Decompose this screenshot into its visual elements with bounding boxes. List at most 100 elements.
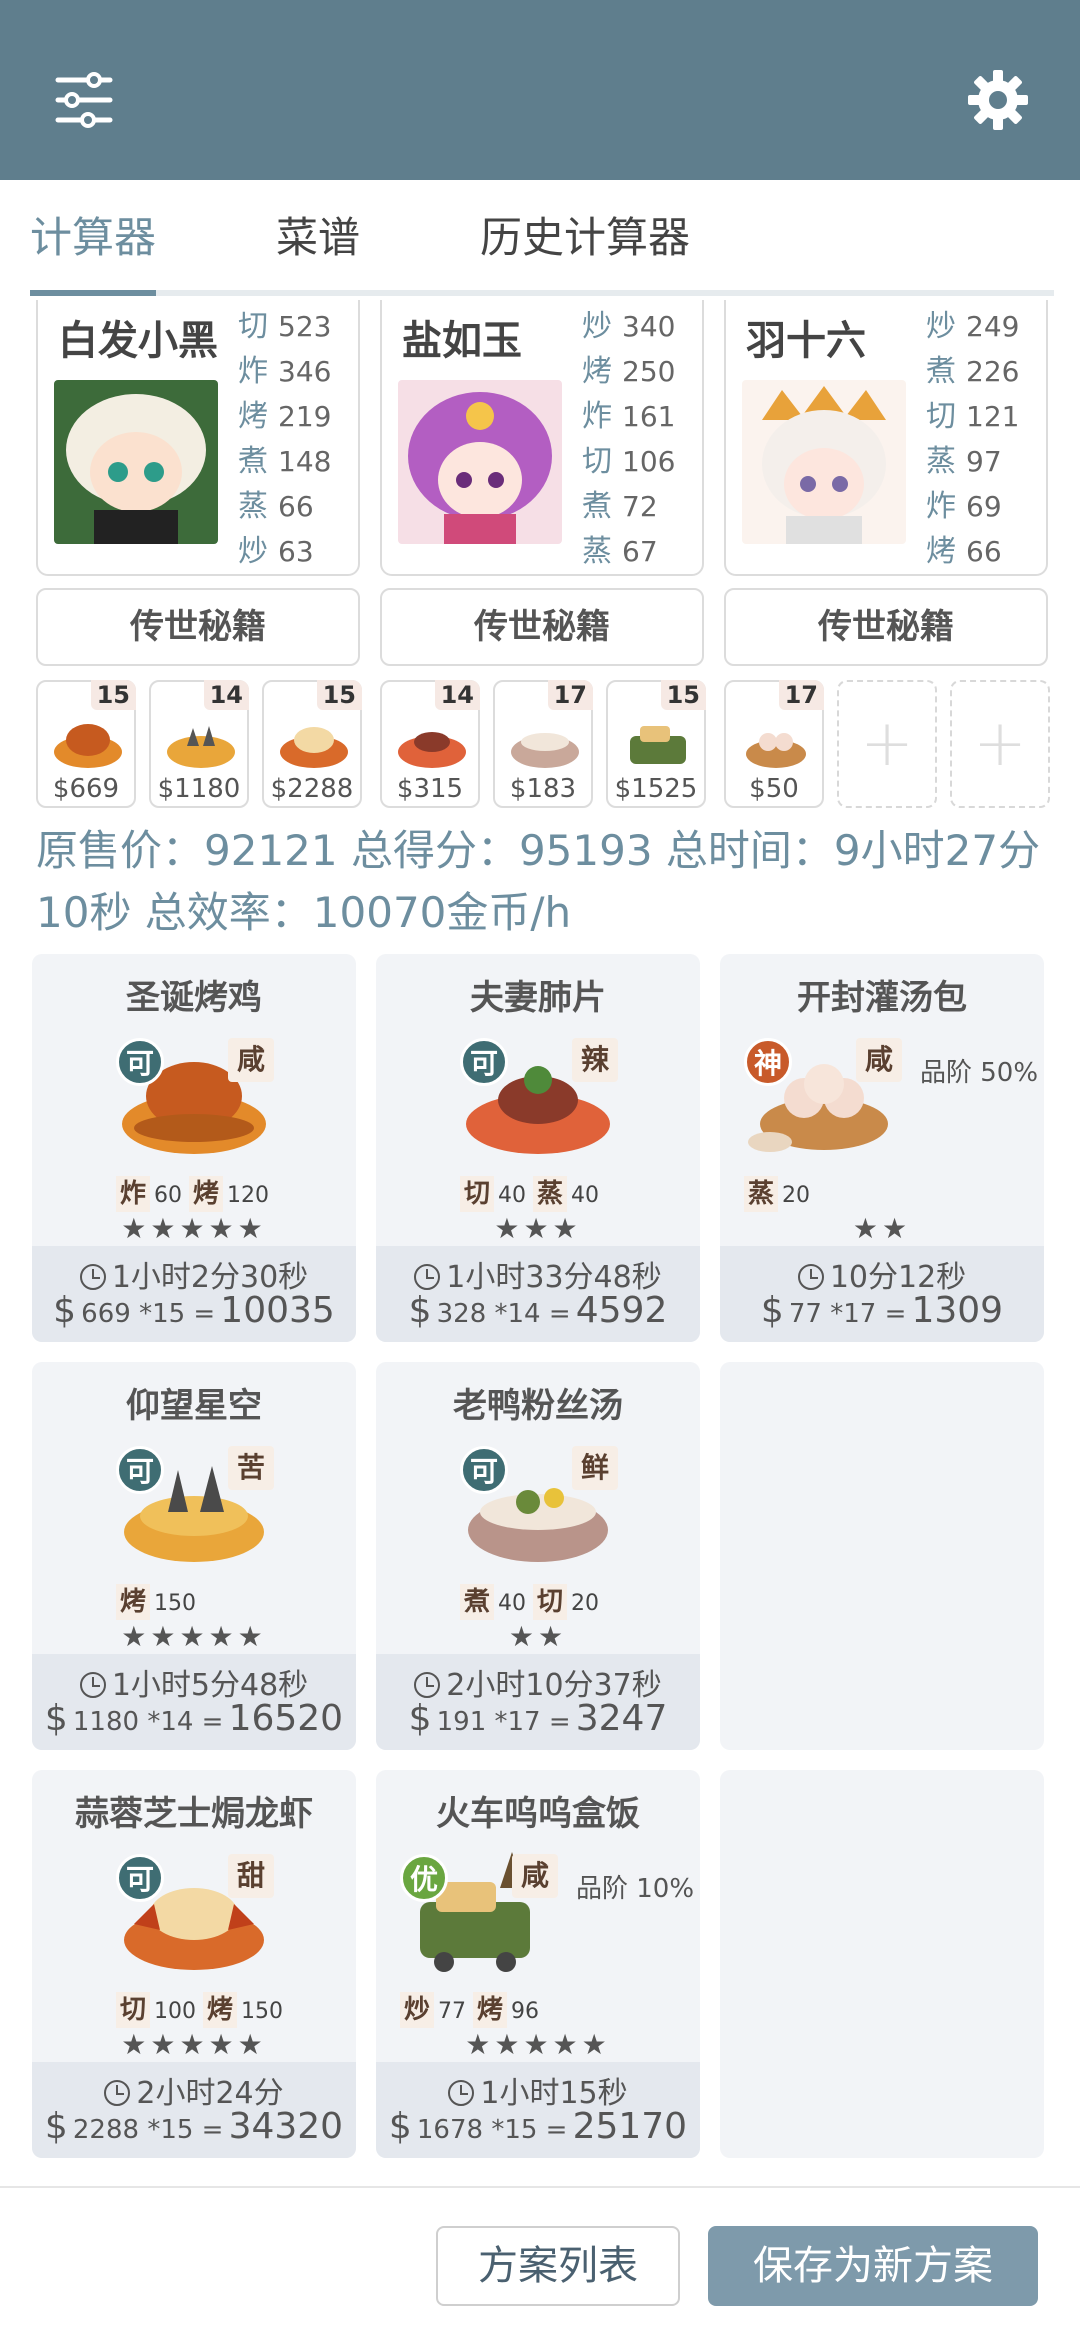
rarity-badge: 优 — [400, 1854, 448, 1902]
flavor-tag: 咸 — [228, 1038, 274, 1082]
skill-label: 炸 — [116, 1176, 151, 1212]
price-calc: $ 1678 *15 = 25170 — [376, 2106, 700, 2147]
dish-count: 15 — [316, 680, 362, 710]
skill-value: 523 — [278, 310, 332, 343]
empty-recipe-slot-2[interactable] — [720, 1770, 1044, 2158]
skill-label: 煮 — [582, 489, 612, 524]
add-dish-slot-1[interactable]: + — [837, 680, 937, 808]
clock-icon — [414, 1672, 441, 1698]
dollar-sign: $ — [408, 1698, 432, 1739]
plan-list-button[interactable]: 方案列表 — [436, 2226, 680, 2306]
recipe-card-6[interactable]: 蒜蓉芝士焗龙虾 可 甜 切 100 烤 150 ★★★★★ 2小时24分 $ 228… — [32, 1770, 356, 2158]
price-formula: 1180 *14 = — [72, 1707, 224, 1737]
skill-label: 煮 — [460, 1584, 495, 1620]
chef-3-secret-button[interactable]: 传世秘籍 — [724, 588, 1048, 666]
dish-thumb-3[interactable]: 15 $2288 — [262, 680, 362, 808]
skill-label: 蒸 — [238, 489, 268, 524]
star-rating: ★★★★★ — [465, 2028, 611, 2061]
price-total: 4592 — [575, 1290, 668, 1331]
recipe-title: 老鸭粉丝汤 — [453, 1386, 623, 1426]
dish-price: $50 — [749, 774, 799, 804]
flavor-tag: 甜 — [228, 1854, 274, 1898]
rarity-badge: 可 — [460, 1446, 508, 1494]
skill-label: 切 — [116, 1992, 151, 2028]
rarity-badge: 可 — [116, 1446, 164, 1494]
rarity-badge: 可 — [460, 1038, 508, 1086]
clock-icon — [104, 2080, 131, 2106]
app-header — [0, 0, 1080, 180]
star-rating: ★★★★★ — [121, 2028, 267, 2061]
skill-label: 蒸 — [926, 444, 956, 479]
skill-value: 20 — [571, 1591, 600, 1616]
star-rating: ★★ — [508, 1620, 568, 1653]
skill-value: 40 — [498, 1183, 527, 1208]
skill-value: 161 — [622, 400, 676, 433]
recipe-footer: 2小时24分 $ 2288 *15 = 34320 — [32, 2062, 356, 2158]
price-calc: $ 2288 *15 = 34320 — [32, 2106, 356, 2147]
empty-recipe-slot-1[interactable] — [720, 1362, 1044, 1750]
settings-gear-icon[interactable] — [966, 68, 1030, 132]
skill-label: 蒸 — [533, 1176, 568, 1212]
skill-label: 烤 — [116, 1584, 151, 1620]
skill-label: 炒 — [582, 309, 612, 344]
skill-requirements: 煮 40 切 20 — [460, 1584, 599, 1620]
skill-value: 120 — [227, 1183, 270, 1208]
star-rating: ★★ — [852, 1212, 912, 1245]
bottom-action-bar: 方案列表 保存为新方案 — [0, 2186, 1080, 2340]
skill-value: 72 — [622, 490, 658, 523]
chef-1-secret-button[interactable]: 传世秘籍 — [36, 588, 360, 666]
dish-price: $669 — [52, 774, 120, 804]
save-new-plan-button[interactable]: 保存为新方案 — [708, 2226, 1038, 2306]
chef-card-1[interactable]: 白发小黑 切 523 炸 346 烤 219 煮 148 蒸 66 炒 63 — [36, 300, 360, 576]
dish-thumb-6[interactable]: 15 $1525 — [606, 680, 706, 808]
skill-value: 69 — [966, 490, 1002, 523]
dollar-sign: $ — [44, 2106, 68, 2147]
dish-thumb-4[interactable]: 14 $315 — [380, 680, 480, 808]
recipe-card-7[interactable]: 火车呜呜盒饭 优 咸 品阶 10% 炒 77 烤 96 ★★★★★ 1小时15秒 $… — [376, 1770, 700, 2158]
price-formula: 1678 *15 = — [416, 2115, 568, 2145]
skill-requirements: 切 40 蒸 40 — [460, 1176, 599, 1212]
dollar-sign: $ — [760, 1290, 784, 1331]
price-total: 3247 — [575, 1698, 668, 1739]
dish-thumb-7[interactable]: 17 $50 — [724, 680, 824, 808]
grade-percent: 品阶 50% — [920, 1058, 1039, 1088]
filter-sliders-icon[interactable] — [52, 70, 116, 130]
dish-thumb-2[interactable]: 14 $1180 — [149, 680, 249, 808]
tab-history-calculator[interactable]: 历史计算器 — [480, 208, 690, 268]
skill-value: 226 — [966, 355, 1020, 388]
chef-2-secret-button[interactable]: 传世秘籍 — [380, 588, 704, 666]
price-total: 34320 — [228, 2106, 344, 2147]
tab-calculator[interactable]: 计算器 — [30, 208, 156, 268]
dish-thumb-1[interactable]: 15 $669 — [36, 680, 136, 808]
price-formula: 669 *15 = — [81, 1299, 216, 1329]
price-total: 16520 — [228, 1698, 344, 1739]
tab-recipes[interactable]: 菜谱 — [276, 208, 360, 268]
recipe-card-5[interactable]: 老鸭粉丝汤 可 鲜 煮 40 切 20 ★★ 2小时10分37秒 $ 191 *17… — [376, 1362, 700, 1750]
chef-skill-stats: 炒 340 烤 250 炸 161 切 106 煮 72 蒸 67 — [582, 304, 702, 574]
add-dish-slot-2[interactable]: + — [950, 680, 1050, 808]
recipe-card-2[interactable]: 夫妻肺片 可 辣 切 40 蒸 40 ★★★ 1小时33分48秒 $ 328 *14… — [376, 954, 700, 1342]
skill-requirements: 炒 77 烤 96 — [400, 1992, 539, 2028]
recipe-card-3[interactable]: 开封灌汤包 神 咸 品阶 50% 蒸 20 ★★ 10分12秒 $ 77 *17 … — [720, 954, 1044, 1342]
recipe-footer: 10分12秒 $ 77 *17 = 1309 — [720, 1246, 1044, 1342]
price-formula: 191 *17 = — [436, 1707, 571, 1737]
price-calc: $ 669 *15 = 10035 — [32, 1290, 356, 1331]
skill-value: 106 — [622, 445, 676, 478]
grade-percent: 品阶 10% — [576, 1874, 695, 1904]
dollar-sign: $ — [44, 1698, 68, 1739]
chef-card-3[interactable]: 羽十六 炒 249 煮 226 切 121 蒸 97 炸 69 烤 66 — [724, 300, 1048, 576]
chef-card-2[interactable]: 盐如玉 炒 340 烤 250 炸 161 切 106 煮 72 蒸 67 — [380, 300, 704, 576]
dish-count: 15 — [660, 680, 706, 710]
clock-icon — [79, 1264, 106, 1290]
skill-value: 150 — [241, 1999, 284, 2024]
price-formula: 2288 *15 = — [72, 2115, 224, 2145]
recipe-card-1[interactable]: 圣诞烤鸡 可 咸 炸 60 烤 120 ★★★★★ 1小时2分30秒 $ 669 *… — [32, 954, 356, 1342]
recipe-card-4[interactable]: 仰望星空 可 苦 烤 150 ★★★★★ 1小时5分48秒 $ 1180 *14 … — [32, 1362, 356, 1750]
skill-label: 切 — [238, 309, 268, 344]
duck-soup-icon — [511, 733, 579, 768]
soup-dumpling-icon — [746, 733, 806, 768]
dish-thumb-5[interactable]: 17 $183 — [493, 680, 593, 808]
skill-value: 66 — [966, 535, 1002, 568]
dollar-sign: $ — [388, 2106, 412, 2147]
recipe-footer: 1小时5分48秒 $ 1180 *14 = 16520 — [32, 1654, 356, 1750]
